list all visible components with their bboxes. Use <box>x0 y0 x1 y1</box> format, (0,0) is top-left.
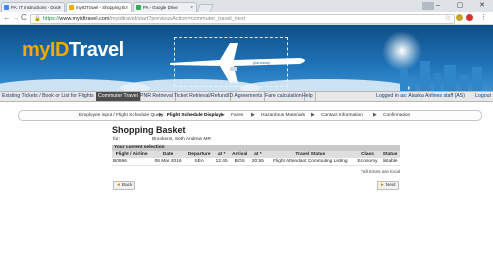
step-contact-information: Contact Information <box>321 113 363 118</box>
col-date: Date <box>151 151 185 158</box>
local-times-note: *all times are local <box>361 170 400 175</box>
step-fares: Fares <box>231 113 244 118</box>
building-decoration <box>460 75 468 91</box>
cell-arrival-time: 20:55 <box>249 158 266 166</box>
building-decoration <box>420 61 430 91</box>
browser-tab-drive[interactable]: PA - Google Drive × <box>133 2 197 12</box>
col-status: Status <box>380 151 400 158</box>
step-arrow-icon: ▶ <box>221 112 225 118</box>
browser-toolbar: ← → C 🔒 https://www.myidtravel.com/myidtr… <box>0 12 493 25</box>
next-button[interactable]: ►Next <box>377 181 399 190</box>
nav-commuter-travel[interactable]: Commuter Travel <box>96 92 141 101</box>
table-header-row: Flight / Airline Date Departure at * Arr… <box>112 151 400 158</box>
forward-arrow-icon[interactable]: → <box>12 13 20 23</box>
browser-tab-strip: PA: IT Instructions - Docs × myIDTravel … <box>0 0 493 13</box>
building-decoration <box>434 73 441 91</box>
back-arrow-icon[interactable]: ← <box>3 13 11 23</box>
address-bar[interactable]: 🔒 https://www.myidtravel.com/myidtravel/s… <box>30 14 455 24</box>
close-tab-icon[interactable]: × <box>125 3 128 12</box>
plane-livery-text: planeway <box>253 60 270 65</box>
cell-arrival: BOS <box>229 158 250 166</box>
lock-icon: 🔒 <box>34 16 41 22</box>
next-arrow-icon: ► <box>380 183 385 188</box>
cell-date: 06 Mar 2016 <box>151 158 185 166</box>
col-arrival-time: at * <box>249 151 266 158</box>
col-travel-status: Travel Status <box>266 151 355 158</box>
building-decoration <box>444 65 456 91</box>
traveller-name: Brookens, Seth Andrew MR <box>152 137 211 142</box>
back-button[interactable]: ◄Back <box>113 181 136 190</box>
booking-progress-steps: Employee input / Flight Schedule Query ▶… <box>18 110 482 121</box>
menu-icon[interactable]: ⋮ <box>480 13 487 23</box>
cloud-decoration <box>240 79 410 91</box>
reload-icon[interactable]: C <box>21 13 27 23</box>
page-title: Shopping Basket <box>112 125 186 135</box>
myidtravel-icon <box>69 5 74 11</box>
step-employee-input: Employee input / Flight Schedule Query <box>79 113 164 118</box>
for-label: for: <box>113 137 120 142</box>
logout-link[interactable]: Logout <box>475 92 491 101</box>
cell-flight: B0596 <box>112 158 152 166</box>
extension-icon[interactable] <box>466 14 473 21</box>
step-arrow-icon: ▶ <box>251 112 255 118</box>
maximize-button[interactable]: ▢ <box>449 0 471 12</box>
close-tab-icon[interactable]: × <box>190 3 193 12</box>
step-confirmation: Confirmation <box>383 113 411 118</box>
minimize-button[interactable]: – <box>427 0 449 12</box>
bookmark-star-icon[interactable]: ☆ <box>445 14 451 23</box>
basket-table: Flight / Airline Date Departure at * Arr… <box>112 151 400 166</box>
step-arrow-icon: ▶ <box>159 112 163 118</box>
cell-status: listable <box>380 158 400 166</box>
building-decoration <box>410 77 416 91</box>
logged-in-status: Logged in as: Alaska Airlines staff (AS) <box>375 93 465 99</box>
col-arrival: Arrival <box>229 151 250 158</box>
myidtravel-logo[interactable]: myIDTravel <box>22 39 124 62</box>
step-arrow-icon: ▶ <box>373 112 377 118</box>
cloud-decoration <box>120 79 260 91</box>
nav-fare-calculation[interactable]: Fare calculation <box>263 92 305 101</box>
table-row[interactable]: B0596 06 Mar 2016 SEA 12:45 BOS 20:55 Fl… <box>112 158 400 166</box>
building-decoration <box>400 69 408 91</box>
browser-tab-myidtravel[interactable]: myIDTravel - Shopping B... × <box>66 2 132 12</box>
col-departure: Departure <box>184 151 214 158</box>
col-departure-time: at * <box>213 151 230 158</box>
nav-existing-tickets[interactable]: Existing Tickets / Book or List for Flig… <box>0 92 97 101</box>
cell-travel-status: Flight Attendant Commuting Listing <box>266 158 355 166</box>
close-window-button[interactable]: ✕ <box>471 0 493 12</box>
sun-decoration <box>382 31 422 71</box>
window-controls: – ▢ ✕ <box>427 0 493 12</box>
browser-tab-docs[interactable]: PA: IT Instructions - Docs × <box>1 2 65 12</box>
nav-pnr-retrieval[interactable]: PNR Retrieval <box>138 92 176 101</box>
back-arrow-icon: ◄ <box>116 183 121 188</box>
step-hazardous-materials: Hazardous Materials <box>261 113 305 118</box>
drive-icon <box>136 5 141 11</box>
nav-id-agreements[interactable]: ID Agreements <box>226 92 266 101</box>
step-arrow-icon: ▶ <box>311 112 315 118</box>
nav-help[interactable]: Help <box>300 92 316 101</box>
cell-departure-time: 12:45 <box>213 158 230 166</box>
cell-class: Economy <box>354 158 381 166</box>
col-class: Class <box>354 151 381 158</box>
building-decoration <box>472 67 482 91</box>
extension-icon[interactable] <box>456 14 463 21</box>
docs-icon <box>4 5 9 11</box>
cell-departure: SEA <box>184 158 214 166</box>
close-tab-icon[interactable]: × <box>58 3 61 12</box>
col-flight-airline: Flight / Airline <box>112 151 152 158</box>
main-navigation: Existing Tickets / Book or List for Flig… <box>0 91 493 102</box>
nav-ticket-retrieval-refund[interactable]: Ticket Retrieval/Refund <box>172 92 231 101</box>
step-flight-schedule-display: Flight Schedule Display <box>167 113 222 118</box>
traveller-row: for: Brookens, Seth Andrew MR <box>112 136 400 143</box>
site-banner: myIDTravel planeway <box>0 25 493 91</box>
